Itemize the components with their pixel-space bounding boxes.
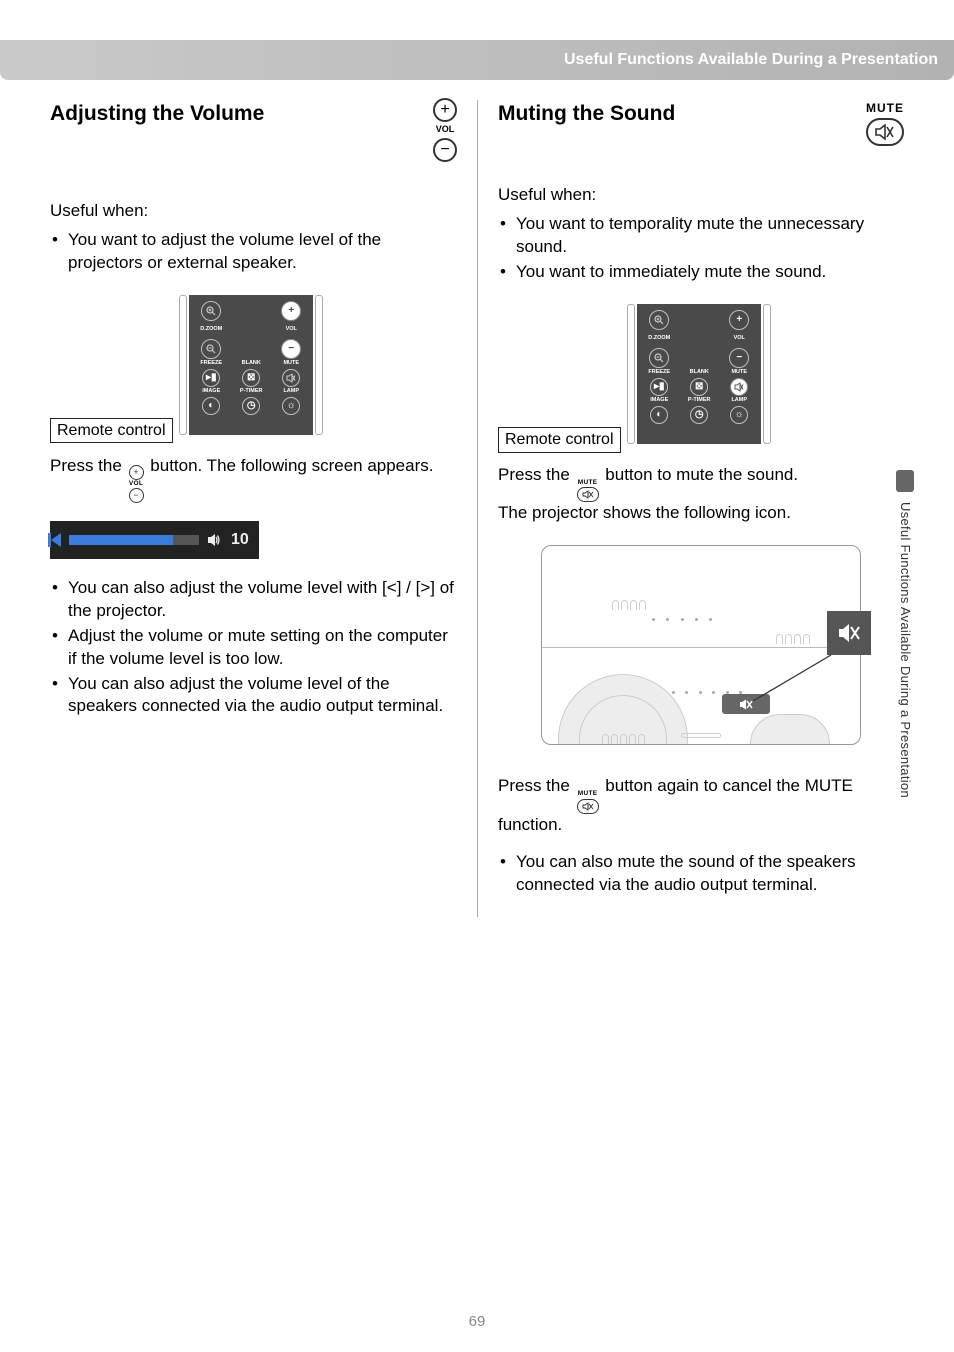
inline-vol-icon: + VOL − [129,465,144,504]
mute-speaker-icon [866,118,904,146]
list-item: You can also adjust the volume level of … [52,673,457,719]
remote-control-label: Remote control [498,427,621,453]
vol-button-graphic: + VOL − [433,98,457,162]
remote-vol-plus-icon: + [281,301,301,321]
list-item: You want to adjust the volume level of t… [52,229,457,275]
remote-vol-label: VOL [286,327,297,333]
remote-image-label: IMAGE [650,398,668,404]
vol-label: VOL [436,125,455,135]
header-text: Useful Functions Available During a Pres… [564,49,938,71]
projector-mute-indicator [722,694,770,714]
useful-when-label: Useful when: [498,184,904,207]
remote-freeze-label: FREEZE [648,370,670,376]
volume-notes-list: You can also adjust the volume level wit… [50,577,457,719]
remote-panel-mute: + D.ZOOM VOL − FREEZE BLANK MUTE ▸▮ ⊠ IM… [625,304,773,444]
vol-plus-icon: + [433,98,457,122]
remote-vol-label: VOL [734,336,745,342]
section-title-volume: Adjusting the Volume [50,100,264,128]
remote-mute-icon [730,378,748,396]
mute-callout-icon [827,611,871,655]
remote-zoom-out-icon [649,348,669,368]
remote-zoom-out-icon [201,339,221,359]
remote-lamp-label: LAMP [283,389,299,395]
mute-button-graphic: MUTE [866,100,904,146]
remote-blank-label: BLANK [242,361,261,367]
text-fragment: The projector shows the following icon. [498,503,791,522]
press-mute-instruction: Press the MUTE button to mute the sound.… [498,464,904,525]
list-item: You want to temporality mute the unneces… [500,213,904,259]
remote-freeze-label: FREEZE [200,361,222,367]
inline-mute-icon: MUTE [577,790,599,814]
list-item: You can also mute the sound of the speak… [500,851,904,897]
remote-lamp-icon: ☼ [730,406,748,424]
list-item: You can also adjust the volume level wit… [52,577,457,623]
list-item: You want to immediately mute the sound. [500,261,904,284]
remote-ptimer-icon: ◷ [242,397,260,415]
column-mute-sound: Muting the Sound MUTE Useful when: You w… [477,100,904,917]
intro-bullets-left: You want to adjust the volume level of t… [50,229,457,275]
section-title-mute: Muting the Sound [498,100,675,128]
speaker-icon [207,533,221,547]
remote-mute-label: MUTE [283,361,299,367]
press-vol-instruction: Press the + VOL − button. The following … [50,455,457,504]
inline-mute-icon: MUTE [577,479,599,503]
projector-illustration [541,545,861,745]
remote-freeze-icon: ▸▮ [202,369,220,387]
text-fragment: Press the [50,456,127,475]
remote-ptimer-label: P-TIMER [688,398,711,404]
section-header: Useful Functions Available During a Pres… [0,40,954,80]
remote-vol-plus-icon: + [729,310,749,330]
remote-dzoom-label: D.ZOOM [648,336,670,342]
remote-blank-icon: ⊠ [690,378,708,396]
remote-image-icon: ◐ [202,397,220,415]
remote-mute-label: MUTE [731,370,747,376]
useful-when-label: Useful when: [50,200,457,223]
vol-minus-icon: − [433,138,457,162]
mute-label: MUTE [866,100,904,116]
remote-dzoom-label: D.ZOOM [200,327,222,333]
mute-notes-list: You can also mute the sound of the speak… [498,851,904,897]
list-item: Adjust the volume or mute setting on the… [52,625,457,671]
text-fragment: Press the [498,776,575,795]
text-fragment: button. The following screen appears. [150,456,433,475]
remote-ptimer-label: P-TIMER [240,389,263,395]
page-number: 69 [0,1312,954,1332]
remote-zoom-in-icon [201,301,221,321]
remote-control-label: Remote control [50,418,173,444]
remote-zoom-in-icon [649,310,669,330]
side-tab-text: Useful Functions Available During a Pres… [896,502,914,798]
remote-blank-label: BLANK [690,370,709,376]
remote-vol-minus-icon: − [729,348,749,368]
remote-image-label: IMAGE [202,389,220,395]
remote-ptimer-icon: ◷ [690,406,708,424]
remote-lamp-label: LAMP [731,398,747,404]
text-fragment: button to mute the sound. [605,465,798,484]
remote-panel-volume: + D.ZOOM VOL − FREEZE BLANK MUTE ▸▮ ⊠ IM… [177,295,325,435]
intro-bullets-right: You want to temporality mute the unneces… [498,213,904,284]
volume-osd-graphic: 10 [50,521,259,559]
press-mute-again-instruction: Press the MUTE button again to cancel th… [498,775,904,836]
remote-lamp-icon: ☼ [282,397,300,415]
remote-image-icon: ◐ [650,406,668,424]
remote-blank-icon: ⊠ [242,369,260,387]
remote-freeze-icon: ▸▮ [650,378,668,396]
remote-mute-icon [282,369,300,387]
remote-vol-minus-icon: − [281,339,301,359]
side-tab: Useful Functions Available During a Pres… [896,470,914,850]
volume-value: 10 [231,529,249,551]
text-fragment: Press the [498,465,575,484]
column-adjust-volume: Adjusting the Volume + VOL − Useful when… [50,100,477,917]
